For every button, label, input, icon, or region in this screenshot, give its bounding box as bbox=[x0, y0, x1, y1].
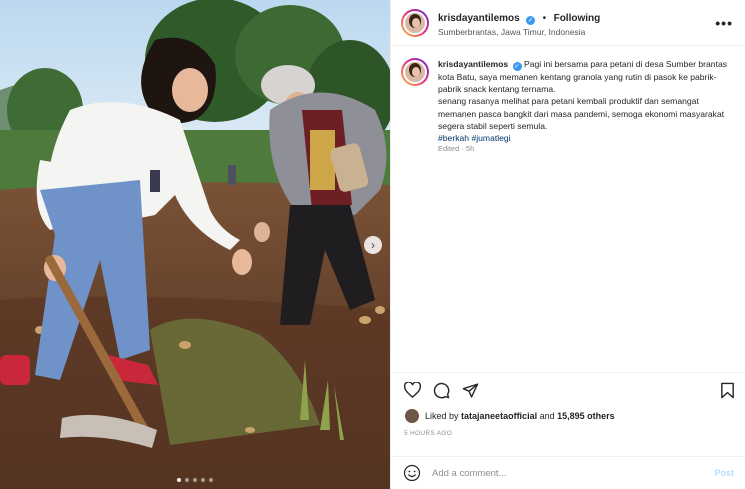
carousel-dot bbox=[185, 478, 189, 482]
liker-avatar[interactable] bbox=[405, 409, 419, 423]
likes-summary: Liked by tatajaneetaofficial and 15,895 … bbox=[391, 403, 745, 423]
carousel-next-button[interactable]: › bbox=[364, 236, 382, 254]
more-options-icon[interactable]: ••• bbox=[715, 15, 733, 31]
verified-badge-icon: ✓ bbox=[526, 16, 536, 26]
likes-count-link[interactable]: 15,895 others bbox=[557, 411, 615, 421]
send-icon[interactable] bbox=[461, 381, 479, 399]
caption-hashtags: #berkah #jumatlegi bbox=[438, 132, 731, 144]
following-button[interactable]: Following bbox=[554, 13, 601, 24]
caption-username[interactable]: krisdayantilemos bbox=[438, 59, 508, 69]
carousel-dots bbox=[0, 478, 390, 482]
post-header: krisdayantilemos ✓ • Following Sumberbra… bbox=[391, 0, 745, 46]
liker-username[interactable]: tatajaneetaofficial bbox=[461, 411, 537, 421]
carousel-dot bbox=[177, 478, 181, 482]
post-footer: Liked by tatajaneetaofficial and 15,895 … bbox=[391, 372, 745, 437]
caption-text: krisdayantilemos ✓ Pagi ini bersama para… bbox=[438, 58, 731, 376]
carousel-dot bbox=[201, 478, 205, 482]
header-separator: • bbox=[542, 13, 547, 25]
post-time: 5 HOURS AGO bbox=[404, 430, 453, 437]
edited-timestamp: Edited · 5h bbox=[438, 144, 475, 154]
verified-badge-icon: ✓ bbox=[512, 62, 522, 71]
heart-icon[interactable] bbox=[403, 381, 421, 399]
author-avatar[interactable] bbox=[401, 8, 429, 37]
bookmark-icon[interactable] bbox=[718, 381, 736, 399]
caption-avatar[interactable] bbox=[401, 58, 429, 86]
emoji-icon[interactable] bbox=[403, 464, 421, 482]
action-bar bbox=[391, 373, 745, 403]
caption-section: krisdayantilemos ✓ Pagi ini bersama para… bbox=[391, 46, 745, 376]
comment-bar: Post bbox=[391, 456, 745, 489]
post-comment-button[interactable]: Post bbox=[714, 468, 734, 478]
comment-input[interactable] bbox=[432, 467, 715, 479]
post-details-panel: krisdayantilemos ✓ • Following Sumberbra… bbox=[390, 0, 745, 489]
post-photo[interactable]: › bbox=[0, 0, 390, 489]
caption-paragraph-2: senang rasanya melihat para petani kemba… bbox=[438, 96, 725, 131]
farm-photo-illustration bbox=[0, 0, 390, 489]
comment-icon[interactable] bbox=[432, 381, 450, 399]
post-location[interactable]: Sumberbrantas, Jawa Timur, Indonesia bbox=[438, 27, 715, 38]
author-username[interactable]: krisdayantilemos bbox=[438, 13, 520, 24]
hashtag-link[interactable]: #jumatlegi bbox=[471, 133, 510, 143]
hashtag-link[interactable]: #berkah bbox=[438, 133, 469, 143]
likes-and: and bbox=[539, 411, 555, 421]
likes-prefix: Liked by bbox=[425, 411, 459, 421]
carousel-dot bbox=[209, 478, 213, 482]
carousel-dot bbox=[193, 478, 197, 482]
